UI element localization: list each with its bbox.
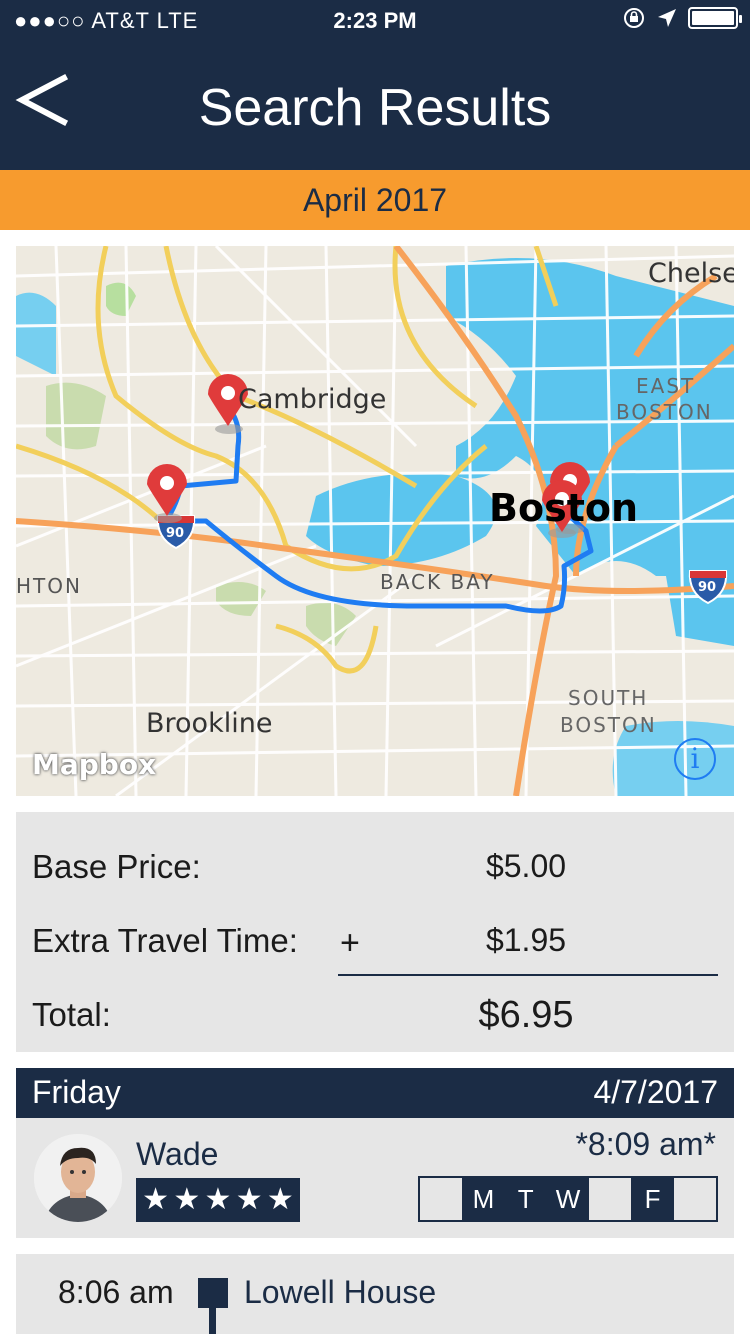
shield-label-left: 90 — [166, 526, 185, 541]
driver-rating: ★ ★ ★ ★ ★ — [136, 1178, 300, 1222]
total-value: $6.95 — [478, 994, 574, 1036]
month-banner: April 2017 — [0, 170, 750, 230]
total-label: Total: — [32, 996, 111, 1033]
stop-row[interactable]: 8:06 am Lowell House — [16, 1254, 734, 1334]
star-icon: ★ — [204, 1183, 232, 1216]
day-sun — [420, 1178, 463, 1220]
day-fri: F — [631, 1178, 674, 1220]
mapbox-logo[interactable]: Mapbox — [32, 748, 156, 781]
pickup-time: *8:09 am* — [575, 1126, 716, 1162]
map-label-east-boston: BOSTON — [616, 400, 713, 424]
rotation-lock-icon — [624, 8, 644, 28]
price-summary: Base Price: $5.00 Extra Travel Time: + $… — [16, 812, 734, 1052]
map-label-chelsea: Chelse — [648, 258, 734, 289]
day-sat — [673, 1178, 716, 1220]
status-icons — [622, 6, 742, 30]
sum-divider — [338, 974, 718, 976]
star-icon: ★ — [142, 1183, 170, 1216]
base-price-label: Base Price: — [32, 848, 201, 885]
map-label-east: EAST — [636, 374, 696, 398]
extra-time-value: $1.95 — [485, 922, 567, 958]
stop-marker-icon — [198, 1278, 228, 1308]
shield-label-right: 90 — [698, 580, 717, 595]
location-arrow-icon — [658, 9, 676, 27]
ride-day-header: Friday 4/7/2017 — [16, 1068, 734, 1118]
avatar[interactable] — [34, 1134, 122, 1222]
map-label-boston: Boston — [489, 486, 639, 530]
map-info-button[interactable]: i — [674, 738, 716, 780]
day-mon: M — [462, 1178, 505, 1220]
star-icon: ★ — [173, 1183, 201, 1216]
plus-sign: + — [340, 924, 360, 962]
page-title: Search Results — [198, 79, 552, 137]
ride-date: 4/7/2017 — [593, 1074, 718, 1110]
route-line — [209, 1308, 216, 1334]
day-wed: W — [546, 1178, 590, 1220]
status-bar: ●●●○○ AT&T LTE 2:23 PM — [0, 0, 750, 40]
extra-time-label: Extra Travel Time: — [32, 922, 298, 959]
app-header: ●●●○○ AT&T LTE 2:23 PM Search Results — [0, 0, 750, 170]
map-label-brookline: Brookline — [146, 708, 273, 739]
driver-name: Wade — [136, 1136, 219, 1172]
driver-card[interactable]: Wade ★ ★ ★ ★ ★ *8:09 am* M T W F — [16, 1118, 734, 1238]
map-label-back-bay: BACK BAY — [380, 570, 495, 594]
map-label-cambridge: Cambridge — [238, 384, 387, 415]
driver-photo — [34, 1134, 122, 1222]
base-price-value: $5.00 — [485, 848, 567, 884]
stop-name: Lowell House — [244, 1274, 437, 1310]
route-map[interactable]: Cambridge Boston Chelse EAST BOSTON BACK… — [16, 246, 734, 796]
map-label-south-boston: BOSTON — [560, 713, 657, 737]
weekday-selector: M T W F — [418, 1176, 718, 1222]
star-icon: ★ — [235, 1183, 263, 1216]
ride-weekday: Friday — [32, 1074, 121, 1110]
map-label-brighton: HTON — [16, 574, 82, 598]
stop-time: 8:06 am — [58, 1274, 174, 1310]
battery-icon — [688, 7, 742, 29]
star-icon: ★ — [266, 1183, 294, 1216]
day-thu — [589, 1178, 632, 1220]
map-label-south: SOUTH — [568, 686, 649, 710]
day-tue: T — [504, 1178, 547, 1220]
